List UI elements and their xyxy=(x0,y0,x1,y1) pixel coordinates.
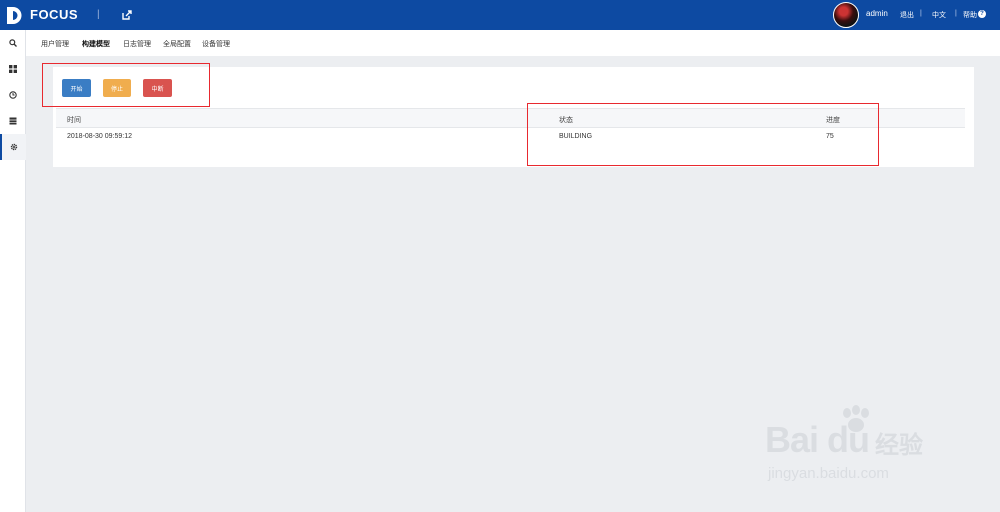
tab-global-config[interactable]: 全局配置 xyxy=(163,39,191,49)
brand-title[interactable]: FOCUS xyxy=(30,7,78,22)
secondary-nav: 用户管理 构建模型 日志管理 全局配置 设备管理 xyxy=(26,30,1000,56)
tab-device-management[interactable]: 设备管理 xyxy=(202,39,230,49)
focus-logo[interactable] xyxy=(6,6,24,25)
header-separator: | xyxy=(97,9,100,20)
share-icon[interactable] xyxy=(122,10,132,20)
search-icon xyxy=(9,39,17,47)
watermark-url: jingyan.baidu.com xyxy=(768,465,889,482)
top-header: FOCUS | admin 退出 | 中文 | 帮助 ? xyxy=(0,0,1000,30)
gear-icon xyxy=(10,143,18,151)
sidebar-item-settings[interactable] xyxy=(0,134,26,160)
highlight-box-actions xyxy=(42,63,210,107)
watermark-brand: Bai du xyxy=(765,419,870,460)
sidebar xyxy=(0,30,26,512)
tab-build-model[interactable]: 构建模型 xyxy=(82,39,110,49)
sidebar-item-grid[interactable] xyxy=(0,56,26,82)
help-icon[interactable]: ? xyxy=(978,10,986,18)
clock-icon xyxy=(9,91,17,99)
avatar[interactable] xyxy=(833,2,859,28)
language-link[interactable]: 中文 xyxy=(932,10,946,20)
sidebar-item-history[interactable] xyxy=(0,82,26,108)
tab-user-management[interactable]: 用户管理 xyxy=(41,39,69,49)
tab-log-management[interactable]: 日志管理 xyxy=(123,39,151,49)
logout-link[interactable]: 退出 xyxy=(900,10,914,20)
header-divider: | xyxy=(920,10,922,17)
sidebar-item-search[interactable] xyxy=(0,30,26,56)
sidebar-item-table[interactable] xyxy=(0,108,26,134)
highlight-box-status xyxy=(527,103,879,166)
table-icon xyxy=(9,117,17,125)
baidu-watermark: Bai du 经验 jingyan.baidu.com xyxy=(765,405,955,495)
header-divider: | xyxy=(955,10,957,17)
column-time: 时间 xyxy=(67,117,81,124)
help-link[interactable]: 帮助 xyxy=(963,10,977,20)
watermark-cn: 经验 xyxy=(875,432,923,459)
grid-icon xyxy=(9,65,17,73)
cell-time: 2018-08-30 09:59:12 xyxy=(67,133,132,140)
user-name[interactable]: admin xyxy=(866,9,888,18)
